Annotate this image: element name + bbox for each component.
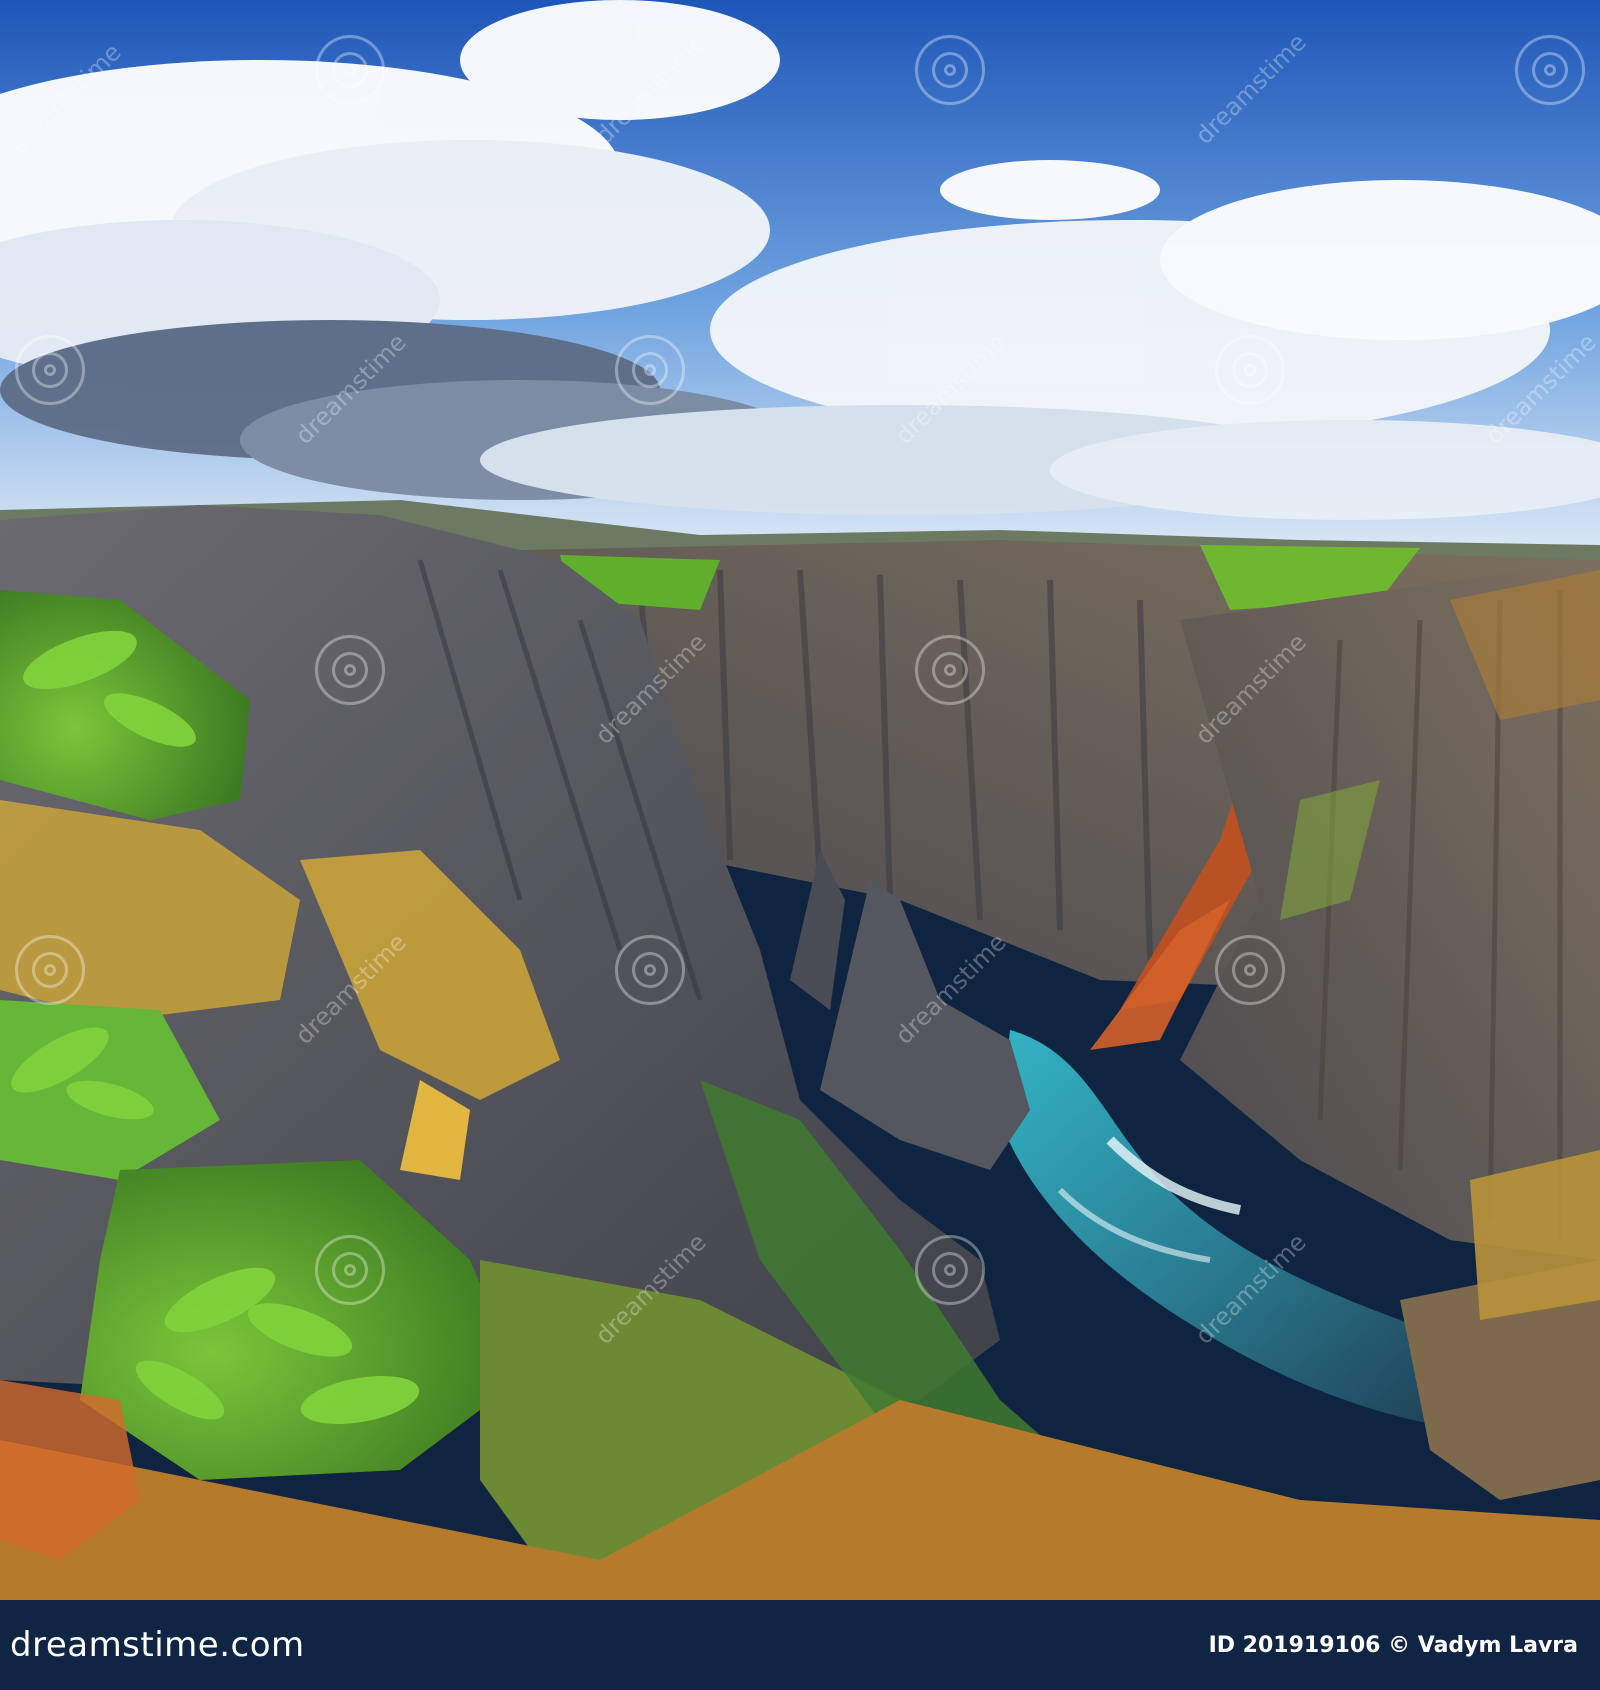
photo-canvas [0, 0, 1600, 1600]
landscape-photo: dreamstime dreamstime dreamstime dreamst… [0, 0, 1600, 1600]
image-credit: ID 201919106 © Vadym Lavra [1208, 1632, 1578, 1658]
brand-name[interactable]: dreamstime.com [10, 1625, 305, 1665]
footer-bar: dreamstime.com ID 201919106 © Vadym Lavr… [0, 1600, 1600, 1690]
